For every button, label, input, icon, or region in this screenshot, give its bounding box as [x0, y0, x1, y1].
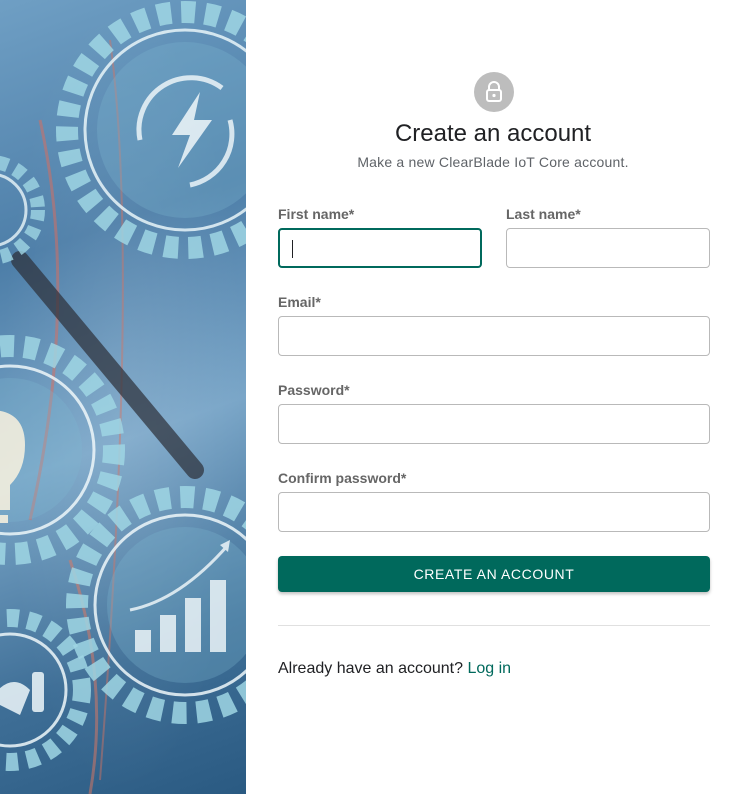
hero-illustration	[0, 0, 246, 794]
divider	[278, 625, 710, 626]
page-title: Create an account	[394, 120, 592, 147]
last-name-label: Last name*	[506, 206, 581, 222]
first-name-input[interactable]	[278, 228, 482, 268]
email-input[interactable]	[278, 316, 710, 356]
login-link[interactable]: Log in	[467, 660, 511, 677]
email-label: Email*	[278, 294, 321, 310]
lock-badge	[474, 72, 514, 112]
lock-icon	[486, 81, 502, 102]
page-subtitle: Make a new ClearBlade IoT Core account.	[357, 154, 629, 170]
create-account-button[interactable]: CREATE AN ACCOUNT	[278, 556, 710, 592]
password-label: Password*	[278, 382, 350, 398]
hero-image	[0, 0, 246, 794]
text-cursor	[292, 240, 293, 258]
login-prompt: Already have an account? Log in	[278, 660, 511, 678]
signup-panel: Create an account Make a new ClearBlade …	[246, 0, 740, 794]
last-name-input[interactable]	[506, 228, 710, 268]
confirm-password-label: Confirm password*	[278, 470, 407, 486]
login-prompt-text: Already have an account?	[278, 660, 464, 677]
password-input[interactable]	[278, 404, 710, 444]
confirm-password-input[interactable]	[278, 492, 710, 532]
first-name-label: First name*	[278, 206, 355, 222]
